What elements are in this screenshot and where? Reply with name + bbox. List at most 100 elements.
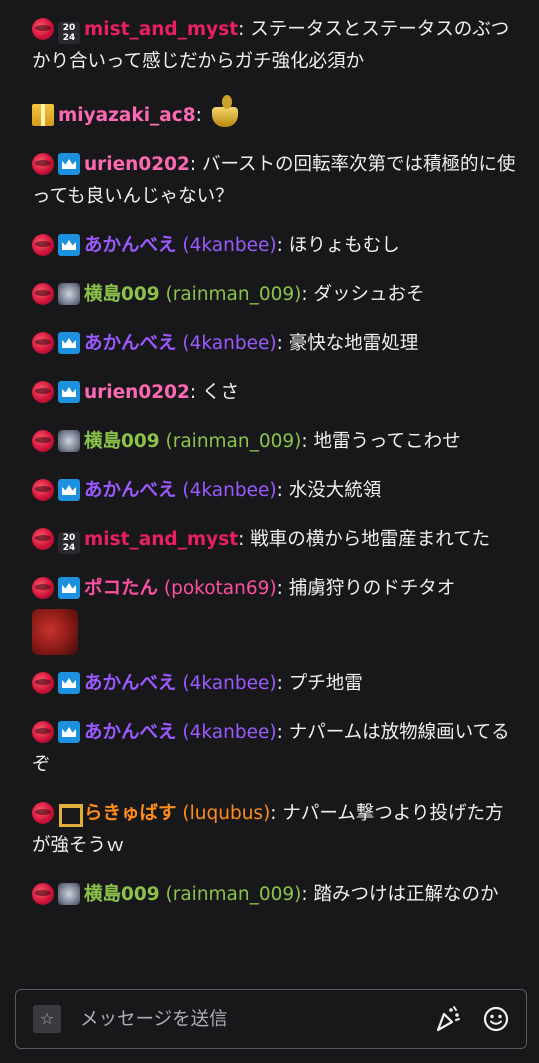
chat-message: 20 24 mist_and_myst: 戦車の横から地雷産まれてた: [0, 524, 539, 556]
chat-message: urien0202: くさ: [0, 377, 539, 409]
smile-icon[interactable]: [482, 1005, 510, 1033]
chat-login[interactable]: (rainman_009): [166, 884, 302, 905]
badge-year-bottom: 24: [62, 543, 76, 553]
chat-username[interactable]: 横島009: [84, 431, 160, 452]
red-badge-icon[interactable]: [32, 283, 54, 305]
crown-badge-icon[interactable]: [58, 153, 80, 175]
crown-badge-icon[interactable]: [58, 234, 80, 256]
red-badge-icon[interactable]: [32, 672, 54, 694]
chat-text: 踏みつけは正解なのか: [313, 884, 499, 905]
chat-separator: :: [301, 431, 314, 452]
chat-username[interactable]: miyazaki_ac8: [58, 105, 196, 126]
chat-text: 捕虜狩りのドチタオ: [288, 578, 456, 599]
robot-badge-icon[interactable]: [58, 883, 80, 905]
chat-username[interactable]: 横島009: [84, 284, 160, 305]
crown-badge-icon[interactable]: [58, 721, 80, 743]
red-badge-icon[interactable]: [32, 883, 54, 905]
red-badge-icon[interactable]: [32, 802, 54, 824]
chat-input[interactable]: [80, 1000, 410, 1038]
chat-username[interactable]: ポコたん: [84, 578, 158, 599]
party-popper-icon[interactable]: [434, 1004, 462, 1034]
badge-year-top: 20: [62, 23, 76, 33]
chat-message: miyazaki_ac8:: [0, 95, 539, 132]
crown-badge-icon[interactable]: [58, 381, 80, 403]
chat-username[interactable]: 横島009: [84, 884, 160, 905]
chat-message: あかんべえ (4kanbee): ほりょもむし: [0, 230, 539, 262]
robot-badge-icon[interactable]: [58, 283, 80, 305]
red-badge-icon[interactable]: [32, 721, 54, 743]
chat-separator: :: [238, 529, 251, 550]
chat-separator: :: [276, 480, 289, 501]
chat-message: 横島009 (rainman_009): 地雷うってこわせ: [0, 426, 539, 458]
chat-message: あかんべえ (4kanbee): ナパームは放物線画いてるぞ: [0, 717, 539, 781]
chat-separator: :: [189, 154, 202, 175]
chat-username[interactable]: らきゅばす: [84, 803, 177, 824]
star-icon[interactable]: ☆: [33, 1005, 61, 1033]
red-badge-icon[interactable]: [32, 18, 54, 40]
chat-text: 水没大統領: [288, 480, 382, 501]
red-badge-icon[interactable]: [32, 479, 54, 501]
crown-badge-icon[interactable]: [58, 577, 80, 599]
chat-separator: :: [276, 673, 289, 694]
chat-username[interactable]: あかんべえ: [84, 333, 177, 354]
chat-username[interactable]: urien0202: [84, 154, 190, 175]
chat-separator: :: [238, 19, 251, 40]
chat-login[interactable]: (rainman_009): [166, 431, 302, 452]
chat-login[interactable]: (4kanbee): [182, 480, 276, 501]
chat-text: ほりょもむし: [288, 235, 400, 256]
chat-text: ダッシュおそ: [313, 284, 425, 305]
chat-login[interactable]: (rainman_009): [166, 284, 302, 305]
chat-username[interactable]: urien0202: [84, 382, 190, 403]
chat-username[interactable]: あかんべえ: [84, 480, 177, 501]
chat-message: あかんべえ (4kanbee): プチ地雷: [0, 668, 539, 700]
year-2024-badge-icon[interactable]: 20 24: [58, 532, 80, 554]
chat-username[interactable]: mist_and_myst: [84, 19, 238, 40]
year-2024-badge-icon[interactable]: 20 24: [58, 22, 80, 44]
red-badge-icon[interactable]: [32, 234, 54, 256]
badge-year-top: 20: [62, 533, 76, 543]
chat-login[interactable]: (luqubus): [182, 803, 270, 824]
chat-panel: 20 24 mist_and_myst: ステータスとステータスのぶつかり合いって感…: [0, 0, 539, 1063]
chat-text: くさ: [201, 382, 239, 403]
crown-badge-icon[interactable]: [58, 672, 80, 694]
chat-separator: :: [301, 284, 314, 305]
red-badge-icon[interactable]: [32, 153, 54, 175]
chat-separator: :: [276, 235, 289, 256]
chat-login[interactable]: (4kanbee): [182, 333, 276, 354]
chat-separator: :: [276, 722, 289, 743]
chat-separator: :: [195, 105, 208, 126]
chat-text: 地雷うってこわせ: [313, 431, 461, 452]
chat-message: あかんべえ (4kanbee): 水没大統領: [0, 475, 539, 507]
red-badge-icon[interactable]: [32, 430, 54, 452]
chat-login[interactable]: (4kanbee): [182, 235, 276, 256]
red-badge-icon[interactable]: [32, 332, 54, 354]
crown-badge-icon[interactable]: [58, 479, 80, 501]
chat-message: 20 24 mist_and_myst: ステータスとステータスのぶつかり合いって感…: [0, 14, 539, 78]
chat-input-box[interactable]: ☆: [15, 989, 527, 1049]
chat-login[interactable]: (pokotan69): [164, 578, 277, 599]
face-emote-icon[interactable]: [32, 609, 78, 655]
chat-message: urien0202: バーストの回転率次第では積極的に使っても良いんじゃない？: [0, 149, 539, 213]
chat-username[interactable]: あかんべえ: [84, 673, 177, 694]
chat-separator: :: [270, 803, 283, 824]
chat-username[interactable]: あかんべえ: [84, 722, 177, 743]
red-badge-icon[interactable]: [32, 528, 54, 550]
chat-login[interactable]: (4kanbee): [182, 722, 276, 743]
cup-emote-icon[interactable]: [208, 95, 248, 131]
chat-message: ポコたん (pokotan69): 捕虜狩りのドチタオ: [0, 573, 539, 655]
badge-year-bottom: 24: [62, 33, 76, 43]
chat-login[interactable]: (4kanbee): [182, 673, 276, 694]
chat-message-list[interactable]: 20 24 mist_and_myst: ステータスとステータスのぶつかり合いって感…: [0, 0, 539, 975]
gift-badge-icon[interactable]: [32, 104, 54, 126]
jp-badge-icon[interactable]: [58, 802, 83, 827]
chat-message: 横島009 (rainman_009): ダッシュおそ: [0, 279, 539, 311]
chat-text: 戦車の横から地雷産まれてた: [250, 529, 491, 550]
red-badge-icon[interactable]: [32, 577, 54, 599]
chat-separator: :: [301, 884, 314, 905]
robot-badge-icon[interactable]: [58, 430, 80, 452]
chat-username[interactable]: あかんべえ: [84, 235, 177, 256]
crown-badge-icon[interactable]: [58, 332, 80, 354]
chat-text: プチ地雷: [288, 673, 363, 694]
chat-username[interactable]: mist_and_myst: [84, 529, 238, 550]
red-badge-icon[interactable]: [32, 381, 54, 403]
